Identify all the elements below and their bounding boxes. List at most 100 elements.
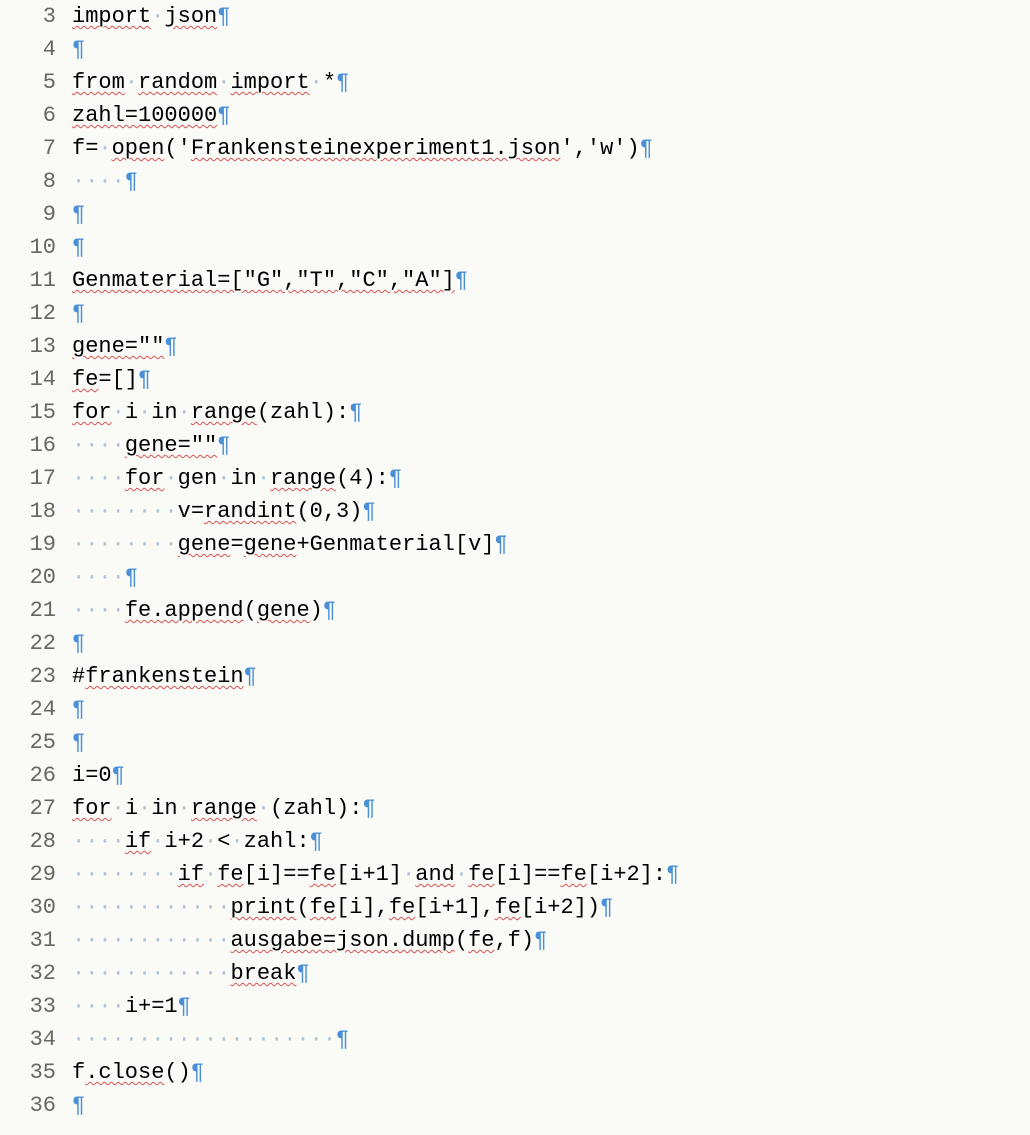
code-line[interactable]: 16····gene=""¶ [0,429,1030,462]
code-token: Frankensteinexperiment1.json [191,136,561,161]
code-content[interactable]: i=0¶ [72,759,1030,792]
code-token: range [191,400,257,425]
code-content[interactable]: ¶ [72,627,1030,660]
code-line[interactable]: 20····¶ [0,561,1030,594]
line-number: 21 [0,594,72,627]
line-number: 15 [0,396,72,429]
line-number: 20 [0,561,72,594]
code-content[interactable]: ········if·fe[i]==fe[i+1]·and·fe[i]==fe[… [72,858,1030,891]
code-content[interactable]: zahl=100000¶ [72,99,1030,132]
code-content[interactable]: ····fe.append(gene)¶ [72,594,1030,627]
code-content[interactable]: for·i·in·range(zahl):¶ [72,396,1030,429]
code-line[interactable]: 3import·json¶ [0,0,1030,33]
whitespace-marker: · [204,862,217,887]
code-token: f [72,1060,85,1085]
whitespace-marker: · [164,466,177,491]
code-content[interactable]: #frankenstein¶ [72,660,1030,693]
code-content[interactable]: fe=[]¶ [72,363,1030,396]
code-content[interactable]: import·json¶ [72,0,1030,33]
code-line[interactable]: 33····i+=1¶ [0,990,1030,1023]
code-line[interactable]: 24¶ [0,693,1030,726]
line-number: 35 [0,1056,72,1089]
code-content[interactable]: from·random·import·*¶ [72,66,1030,99]
code-line[interactable]: 5from·random·import·*¶ [0,66,1030,99]
code-content[interactable]: ¶ [72,198,1030,231]
code-line[interactable]: 7f=·open('Frankensteinexperiment1.json',… [0,132,1030,165]
code-content[interactable]: ····for·gen·in·range(4):¶ [72,462,1030,495]
code-line[interactable]: 29········if·fe[i]==fe[i+1]·and·fe[i]==f… [0,858,1030,891]
code-content[interactable]: ····················¶ [72,1023,1030,1056]
code-content[interactable]: ········gene=gene+Genmaterial[v]¶ [72,528,1030,561]
whitespace-marker: · [138,796,151,821]
code-content[interactable]: ····i+=1¶ [72,990,1030,1023]
pilcrow-icon: ¶ [72,697,85,722]
code-line[interactable]: 34····················¶ [0,1023,1030,1056]
code-line[interactable]: 36¶ [0,1089,1030,1122]
code-token: ','w') [561,136,640,161]
code-line[interactable]: 31············ausgabe=json.dump(fe,f)¶ [0,924,1030,957]
line-number: 17 [0,462,72,495]
code-content[interactable]: ¶ [72,33,1030,66]
code-line[interactable]: 15for·i·in·range(zahl):¶ [0,396,1030,429]
code-content[interactable]: f.close()¶ [72,1056,1030,1089]
code-line[interactable]: 11Genmaterial=["G","T","C","A"]¶ [0,264,1030,297]
code-content[interactable]: ¶ [72,726,1030,759]
whitespace-marker: · [151,4,164,29]
code-content[interactable]: Genmaterial=["G","T","C","A"]¶ [72,264,1030,297]
code-content[interactable]: ····¶ [72,165,1030,198]
code-line[interactable]: 35f.close()¶ [0,1056,1030,1089]
code-line[interactable]: 4¶ [0,33,1030,66]
code-content[interactable]: f=·open('Frankensteinexperiment1.json','… [72,132,1030,165]
code-content[interactable]: ¶ [72,1089,1030,1122]
code-line[interactable]: 22¶ [0,627,1030,660]
code-content[interactable]: ············ausgabe=json.dump(fe,f)¶ [72,924,1030,957]
whitespace-marker: ···················· [72,1027,336,1052]
code-line[interactable]: 26i=0¶ [0,759,1030,792]
line-number: 27 [0,792,72,825]
line-number: 33 [0,990,72,1023]
code-token: zahl: [244,829,310,854]
code-content[interactable]: ····if·i+2·<·zahl:¶ [72,825,1030,858]
code-line[interactable]: 23#frankenstein¶ [0,660,1030,693]
code-content[interactable]: ····gene=""¶ [72,429,1030,462]
code-line[interactable]: 19········gene=gene+Genmaterial[v]¶ [0,528,1030,561]
pilcrow-icon: ¶ [244,664,257,689]
code-content[interactable]: ¶ [72,693,1030,726]
code-content[interactable]: gene=""¶ [72,330,1030,363]
pilcrow-icon: ¶ [296,961,309,986]
code-line[interactable]: 13gene=""¶ [0,330,1030,363]
code-content[interactable]: for·i·in·range·(zahl):¶ [72,792,1030,825]
code-line[interactable]: 28····if·i+2·<·zahl:¶ [0,825,1030,858]
pilcrow-icon: ¶ [125,169,138,194]
line-number: 26 [0,759,72,792]
pilcrow-icon: ¶ [455,268,468,293]
code-editor[interactable]: 3import·json¶4¶5from·random·import·*¶6za… [0,0,1030,1122]
code-line[interactable]: 10¶ [0,231,1030,264]
whitespace-marker: · [402,862,415,887]
code-line[interactable]: 8····¶ [0,165,1030,198]
code-token: ) [310,598,323,623]
code-content[interactable]: ¶ [72,297,1030,330]
code-token: and [415,862,455,887]
code-content[interactable]: ············break¶ [72,957,1030,990]
code-line[interactable]: 12¶ [0,297,1030,330]
code-line[interactable]: 18········v=randint(0,3)¶ [0,495,1030,528]
code-token: range [270,466,336,491]
code-token: random [138,70,217,95]
code-content[interactable]: ····¶ [72,561,1030,594]
code-line[interactable]: 9¶ [0,198,1030,231]
code-line[interactable]: 30············print(fe[i],fe[i+1],fe[i+2… [0,891,1030,924]
line-number: 30 [0,891,72,924]
code-content[interactable]: ¶ [72,231,1030,264]
code-line[interactable]: 27for·i·in·range·(zahl):¶ [0,792,1030,825]
line-number: 25 [0,726,72,759]
code-content[interactable]: ············print(fe[i],fe[i+1],fe[i+2])… [72,891,1030,924]
pilcrow-icon: ¶ [125,565,138,590]
code-content[interactable]: ········v=randint(0,3)¶ [72,495,1030,528]
code-line[interactable]: 21····fe.append(gene)¶ [0,594,1030,627]
code-line[interactable]: 14fe=[]¶ [0,363,1030,396]
code-line[interactable]: 6zahl=100000¶ [0,99,1030,132]
code-line[interactable]: 17····for·gen·in·range(4):¶ [0,462,1030,495]
code-line[interactable]: 32············break¶ [0,957,1030,990]
code-line[interactable]: 25¶ [0,726,1030,759]
